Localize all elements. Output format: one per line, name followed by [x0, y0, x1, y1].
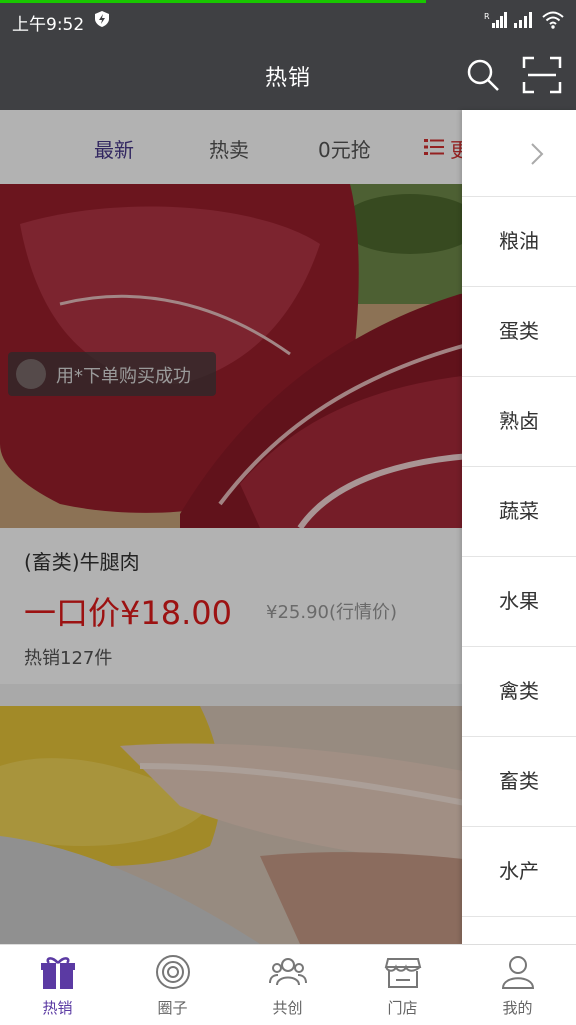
drawer-backdrop[interactable]: [0, 110, 462, 944]
gift-icon: [41, 957, 75, 989]
status-bar: 上午9:52 R: [0, 0, 576, 40]
circle-target-icon: [156, 955, 190, 989]
search-icon[interactable]: [466, 58, 500, 92]
tab-store[interactable]: 门店: [345, 945, 460, 1025]
store-icon: [384, 958, 422, 988]
category-item[interactable]: 蛋类: [462, 287, 576, 377]
signal-r-label: R: [484, 12, 490, 21]
category-item[interactable]: 禽类: [462, 647, 576, 737]
tab-hot[interactable]: 热销: [0, 945, 115, 1025]
shield-icon: [95, 11, 109, 27]
tab-label: 热销: [42, 999, 73, 1017]
tab-label: 圈子: [157, 999, 188, 1017]
loading-progress-bar: [0, 0, 426, 3]
scan-icon[interactable]: [522, 56, 562, 94]
signal-r-icon: R: [484, 12, 507, 28]
category-item[interactable]: 熟卤: [462, 377, 576, 467]
tab-mine[interactable]: 我的: [460, 945, 575, 1025]
tab-label: 共创: [272, 999, 303, 1017]
category-item[interactable]: 水果: [462, 557, 576, 647]
tab-circle[interactable]: 圈子: [115, 945, 230, 1025]
user-icon: [501, 956, 535, 989]
tab-label: 我的: [502, 999, 533, 1017]
category-item[interactable]: 水产: [462, 827, 576, 917]
status-time: 上午9:52: [12, 15, 85, 35]
app-header: 热销: [0, 40, 576, 110]
chevron-right-icon[interactable]: [530, 142, 544, 166]
users-icon: [269, 958, 307, 986]
signal-icon: [514, 12, 532, 28]
bottom-tab-bar: 热销 圈子 共创 门店 我的: [0, 944, 576, 1025]
wifi-icon: [542, 11, 564, 29]
drawer-header[interactable]: [462, 110, 576, 197]
category-item[interactable]: 粮油: [462, 197, 576, 287]
tab-label: 门店: [387, 999, 418, 1017]
category-drawer: 粮油 蛋类 熟卤 蔬菜 水果 禽类 畜类 水产: [462, 110, 576, 944]
tab-cocreate[interactable]: 共创: [230, 945, 345, 1025]
category-item[interactable]: 畜类: [462, 737, 576, 827]
category-item[interactable]: 蔬菜: [462, 467, 576, 557]
